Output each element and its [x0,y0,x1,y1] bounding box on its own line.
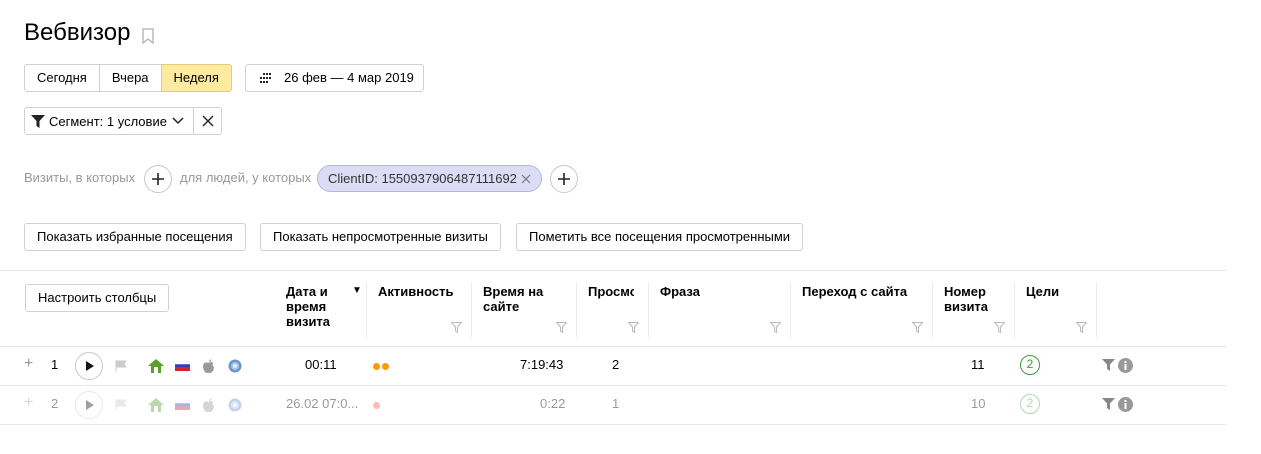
row-divider [0,424,1227,425]
filter-icon[interactable] [1102,398,1115,410]
column-header-activity[interactable]: Активность [378,284,453,299]
column-filter-icon[interactable] [770,322,781,333]
page-views: 2 [612,357,620,372]
calendar-grid-icon [260,73,271,83]
russia-flag-icon [175,361,190,371]
add-people-condition-button[interactable] [550,165,578,193]
visit-datetime: 00:11 [305,357,337,372]
plus-icon [152,173,164,185]
column-separator [471,282,472,337]
apple-icon [203,359,214,374]
apple-icon [203,398,214,413]
visit-datetime: 26.02 07:0... [286,396,359,411]
period-switcher: Сегодня Вчера Неделя [24,64,232,92]
chevron-down-icon [172,117,184,125]
sort-descending-icon[interactable]: ▼ [352,285,362,296]
goals-badge[interactable]: 2 [1020,355,1040,375]
visit-number: 10 [971,396,986,411]
column-filter-icon[interactable] [451,322,462,333]
show-unviewed-button[interactable]: Показать непросмотренные визиты [260,223,501,251]
play-button[interactable] [75,391,103,419]
filter-icon[interactable] [1102,359,1115,371]
column-separator [1014,282,1015,337]
segment-button[interactable]: Сегмент: 1 условие [24,107,194,135]
page-title: Вебвизор [24,19,131,46]
time-on-site: 0:22 [540,396,566,411]
table-row[interactable]: + 1 00:11 7:19:43 2 11 2 [0,347,1227,385]
play-button[interactable] [75,352,103,380]
close-icon[interactable] [521,174,531,184]
column-separator [932,282,933,337]
home-icon [148,359,164,373]
people-condition-label: для людей, у которых [180,170,312,185]
column-filter-icon[interactable] [556,322,567,333]
column-header-phrase[interactable]: Фраза [660,284,700,299]
plus-icon [558,173,570,185]
date-range-button[interactable]: 26 фев — 4 мар 2019 [245,64,424,92]
column-header-referrer[interactable]: Переход с сайта [802,284,907,299]
expand-row-button[interactable]: + [24,395,33,411]
segment-clear-button[interactable] [194,107,222,135]
column-filter-icon[interactable] [1076,322,1087,333]
column-header-goals[interactable]: Цели [1026,284,1059,299]
column-header-time-on-site[interactable]: Время на сайте [483,284,543,314]
column-separator [648,282,649,337]
time-on-site: 7:19:43 [520,357,564,372]
client-id-chip-label: ClientID: 1550937906487111692 [328,171,517,186]
table-top-divider [0,270,1227,271]
play-icon [86,361,94,371]
column-header-views[interactable]: Просмо [588,284,634,299]
activity-dot [373,363,380,370]
column-filter-icon[interactable] [912,322,923,333]
configure-columns-button[interactable]: Настроить столбцы [25,284,170,312]
bookmark-icon[interactable] [141,28,155,45]
segment-label: Сегмент: 1 условие [49,113,167,129]
table-row[interactable]: + 2 26.02 07:0... 0:22 1 10 2 [0,386,1227,424]
date-range-label: 26 фев — 4 мар 2019 [284,70,414,85]
period-week-button[interactable]: Неделя [160,64,232,92]
column-separator [790,282,791,337]
russia-flag-icon [175,400,190,410]
column-separator [366,282,367,337]
column-separator [1096,282,1097,337]
filter-icon [31,114,45,128]
flag-icon[interactable] [114,360,128,372]
expand-row-button[interactable]: + [24,356,33,372]
segment-control: Сегмент: 1 условие [24,107,222,135]
column-filter-icon[interactable] [628,322,639,333]
mark-all-viewed-button[interactable]: Пометить все посещения просмотренными [516,223,804,251]
period-yesterday-button[interactable]: Вчера [98,64,162,92]
column-filter-icon[interactable] [994,322,1005,333]
home-icon [148,398,164,412]
period-today-button[interactable]: Сегодня [24,64,100,92]
row-index: 2 [51,396,59,411]
page-views: 1 [612,396,620,411]
show-favorites-button[interactable]: Показать избранные посещения [24,223,246,251]
column-separator [576,282,577,337]
close-icon [202,115,213,127]
row-index: 1 [51,357,59,372]
goals-badge[interactable]: 2 [1020,394,1040,414]
info-icon[interactable] [1118,358,1133,373]
flag-icon[interactable] [114,399,128,411]
browser-icon [228,398,242,412]
visit-number: 11 [971,357,985,372]
info-icon[interactable] [1118,397,1133,412]
add-visit-condition-button[interactable] [144,165,172,193]
play-icon [86,400,94,410]
visits-condition-label: Визиты, в которых [24,170,136,185]
column-header-datetime[interactable]: Дата и время визита [286,284,330,329]
browser-icon [228,359,242,373]
client-id-chip[interactable]: ClientID: 1550937906487111692 [317,165,542,192]
activity-dot [373,402,380,409]
activity-dot [382,363,389,370]
column-header-visit-number[interactable]: Номер визита [944,284,988,314]
